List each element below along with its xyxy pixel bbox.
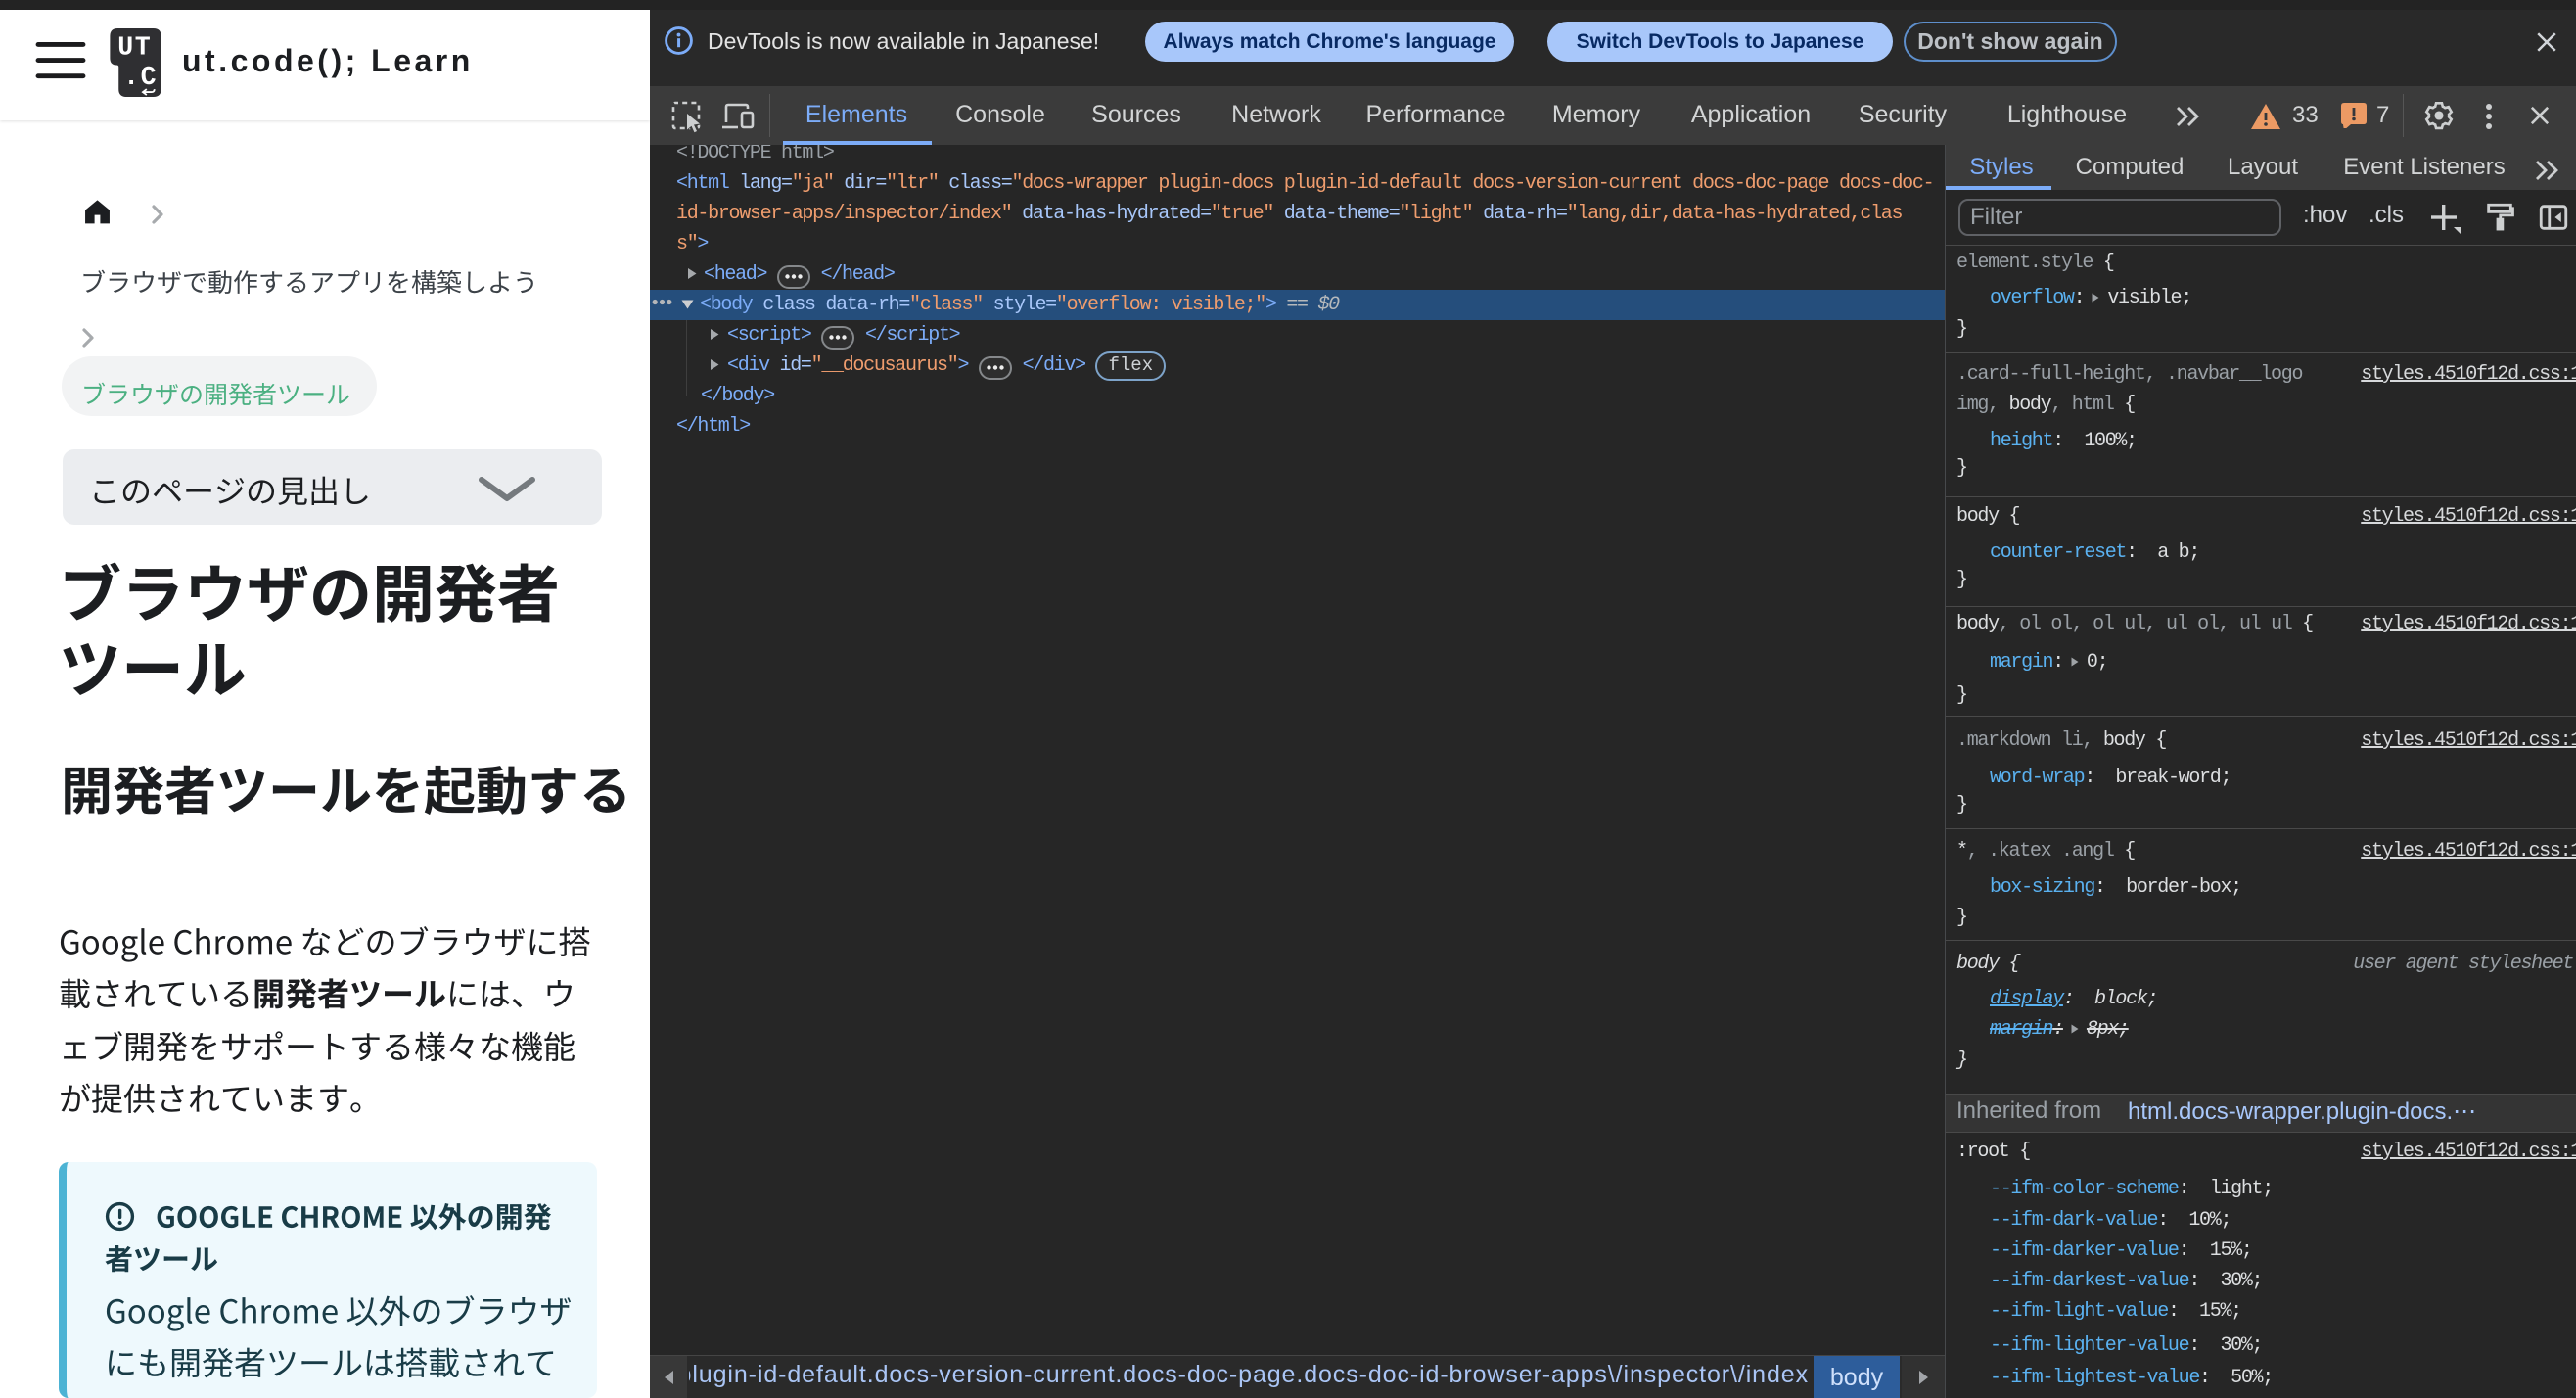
svg-text:.C: .C: [123, 63, 158, 92]
svg-text:UT: UT: [117, 33, 152, 63]
